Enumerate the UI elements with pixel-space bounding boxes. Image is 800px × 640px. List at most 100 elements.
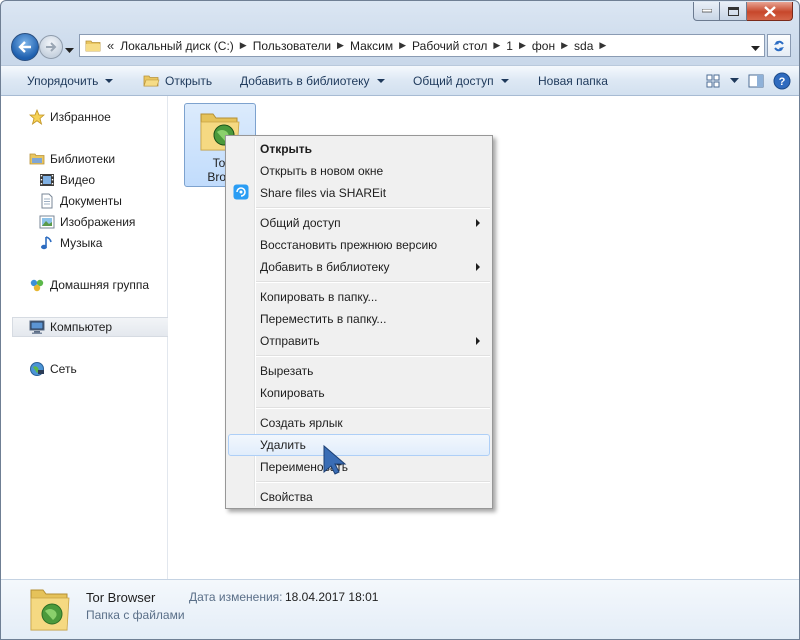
- maximize-icon: [727, 6, 739, 16]
- chevron-down-icon: [65, 48, 74, 53]
- nav-network-label: Сеть: [50, 362, 77, 376]
- navigation-row: « Локальный диск (C:) ▶ Пользователи ▶ М…: [1, 31, 799, 65]
- details-date-value: 18.04.2017 18:01: [285, 590, 379, 604]
- folder-globe-icon: [30, 589, 70, 631]
- close-button[interactable]: [747, 2, 793, 21]
- breadcrumb-separator-icon[interactable]: ▶: [519, 40, 526, 51]
- nav-computer[interactable]: Компьютер: [12, 317, 176, 337]
- add-to-library-button[interactable]: Добавить в библиотеку: [240, 66, 385, 96]
- caption-buttons: [693, 2, 793, 21]
- menu-item-label: Восстановить прежнюю версию: [260, 238, 438, 252]
- add-to-library-label: Добавить в библиотеку: [240, 74, 370, 88]
- menu-item-send-to[interactable]: Отправить: [228, 330, 490, 352]
- menu-separator: [256, 407, 490, 409]
- library-icon: [29, 151, 45, 167]
- organize-button[interactable]: Упорядочить: [27, 66, 114, 96]
- details-type: Папка с файлами: [86, 608, 185, 622]
- open-label: Открыть: [165, 74, 213, 88]
- nav-network[interactable]: Сеть: [29, 359, 77, 379]
- menu-item-cut[interactable]: Вырезать: [228, 360, 490, 382]
- breadcrumb-separator-icon[interactable]: ▶: [399, 40, 406, 51]
- breadcrumb-item[interactable]: фон: [532, 39, 555, 53]
- menu-separator: [256, 281, 490, 283]
- arrow-left-icon: [18, 41, 31, 53]
- nav-images[interactable]: Изображения: [39, 212, 135, 232]
- chevron-down-icon[interactable]: [730, 78, 739, 84]
- nav-homegroup[interactable]: Домашняя группа: [29, 275, 149, 295]
- menu-item-copy[interactable]: Копировать: [228, 382, 490, 404]
- nav-documents-label: Документы: [60, 194, 122, 208]
- new-folder-button[interactable]: Новая папка: [538, 66, 608, 96]
- menu-item-shareit[interactable]: Share files via SHAREit: [228, 182, 490, 204]
- menu-item-open[interactable]: Открыть: [228, 138, 490, 160]
- arrow-right-icon: [46, 42, 57, 52]
- svg-text:?: ?: [779, 76, 786, 88]
- chevron-down-icon: [751, 46, 760, 51]
- details-pane: Tor Browser Папка с файлами Дата изменен…: [1, 579, 799, 639]
- nav-music-label: Музыка: [60, 236, 103, 250]
- menu-item-copy-to-folder[interactable]: Копировать в папку...: [228, 286, 490, 308]
- details-date-label: Дата изменения:: [189, 590, 283, 604]
- breadcrumb-item[interactable]: Локальный диск (C:): [120, 39, 234, 53]
- nav-libraries-label: Библиотеки: [50, 152, 116, 166]
- menu-item-rename[interactable]: Переименовать: [228, 456, 490, 478]
- nav-images-label: Изображения: [60, 215, 136, 229]
- forward-button[interactable]: [39, 35, 63, 59]
- folder-icon: [85, 40, 101, 52]
- menu-item-restore-previous[interactable]: Восстановить прежнюю версию: [228, 234, 490, 256]
- breadcrumb-item[interactable]: 1: [506, 39, 513, 53]
- menu-item-label: Копировать в папку...: [260, 290, 378, 304]
- nav-homegroup-label: Домашняя группа: [50, 278, 150, 292]
- breadcrumb-separator-icon[interactable]: ▶: [493, 40, 500, 51]
- minimize-button[interactable]: [693, 2, 720, 21]
- menu-item-delete[interactable]: Удалить: [228, 434, 490, 456]
- address-bar[interactable]: « Локальный диск (C:) ▶ Пользователи ▶ М…: [79, 34, 765, 57]
- details-name: Tor Browser: [86, 590, 156, 605]
- breadcrumb-item[interactable]: sda: [574, 39, 593, 53]
- explorer-window: « Локальный диск (C:) ▶ Пользователи ▶ М…: [0, 0, 800, 640]
- navigation-pane: Избранное Библиотеки Видео Документы Изо…: [1, 96, 176, 579]
- menu-item-move-to-folder[interactable]: Переместить в папку...: [228, 308, 490, 330]
- menu-item-share[interactable]: Общий доступ: [228, 212, 490, 234]
- nav-video[interactable]: Видео: [39, 170, 95, 190]
- change-view-icon[interactable]: [706, 74, 721, 88]
- breadcrumb-separator-icon[interactable]: ▶: [561, 40, 568, 51]
- mouse-cursor-icon: [323, 444, 347, 475]
- nav-libraries[interactable]: Библиотеки: [29, 149, 115, 169]
- address-dropdown[interactable]: [751, 41, 760, 55]
- nav-music[interactable]: Музыка: [39, 233, 102, 253]
- chevron-down-icon: [376, 79, 385, 83]
- breadcrumb-separator-icon[interactable]: ▶: [240, 40, 247, 51]
- breadcrumb-item[interactable]: Рабочий стол: [412, 39, 487, 53]
- nav-documents[interactable]: Документы: [39, 191, 122, 211]
- breadcrumb-item[interactable]: Максим: [350, 39, 393, 53]
- refresh-button[interactable]: [767, 34, 791, 57]
- share-label: Общий доступ: [413, 74, 494, 88]
- folder-icon: [143, 75, 160, 87]
- menu-item-add-library[interactable]: Добавить в библиотеку: [228, 256, 490, 278]
- history-dropdown[interactable]: [65, 43, 74, 57]
- help-icon[interactable]: ?: [773, 72, 791, 90]
- breadcrumb-separator-icon[interactable]: ▶: [599, 40, 606, 51]
- film-icon: [39, 172, 55, 188]
- breadcrumb-separator-icon[interactable]: ▶: [337, 40, 344, 51]
- command-bar: Упорядочить Открыть Добавить в библиотек…: [1, 65, 799, 96]
- submenu-arrow-icon: [476, 263, 480, 271]
- maximize-button[interactable]: [720, 2, 747, 21]
- breadcrumb-item[interactable]: Пользователи: [253, 39, 331, 53]
- preview-pane-icon[interactable]: [748, 74, 764, 88]
- menu-separator: [256, 481, 490, 483]
- menu-item-properties[interactable]: Свойства: [228, 486, 490, 508]
- menu-item-label: Копировать: [260, 386, 325, 400]
- share-button[interactable]: Общий доступ: [413, 66, 509, 96]
- computer-icon: [29, 319, 45, 335]
- menu-item-label: Share files via SHAREit: [260, 186, 387, 200]
- open-button[interactable]: Открыть: [143, 66, 212, 96]
- nav-favorites[interactable]: Избранное: [29, 107, 111, 127]
- breadcrumb-overflow[interactable]: «: [107, 38, 114, 53]
- star-icon: [29, 109, 45, 125]
- menu-item-create-shortcut[interactable]: Создать ярлык: [228, 412, 490, 434]
- back-button[interactable]: [11, 33, 39, 61]
- menu-item-open-new-window[interactable]: Открыть в новом окне: [228, 160, 490, 182]
- chevron-down-icon: [500, 79, 509, 83]
